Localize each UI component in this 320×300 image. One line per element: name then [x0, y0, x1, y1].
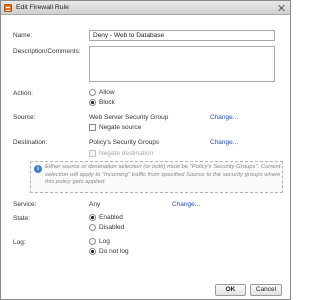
info-icon: i: [34, 165, 42, 173]
state-enabled-label: Enabled: [99, 214, 123, 221]
action-allow-label: Allow: [99, 89, 115, 96]
log-label: Log:: [13, 239, 26, 246]
log-option-label: Log: [99, 238, 110, 245]
negate-source-label: Negate source: [99, 124, 142, 131]
negate-destination-checkbox[interactable]: [89, 150, 96, 157]
action-allow-radio[interactable]: [89, 89, 96, 96]
description-textarea[interactable]: [89, 46, 275, 82]
log-radio[interactable]: [89, 238, 96, 245]
info-text: Either source or destination selection (…: [45, 164, 281, 185]
state-disabled-label: Disabled: [99, 224, 125, 231]
source-change-link[interactable]: Change...: [210, 114, 238, 121]
name-label: Name:: [13, 32, 33, 39]
do-not-log-label: Do not log: [99, 248, 129, 255]
destination-change-link[interactable]: Change...: [210, 139, 238, 146]
service-value: Any: [89, 201, 101, 208]
edit-firewall-rule-dialog: Edit Firewall Rule Name: Deny - Web to D…: [0, 0, 291, 300]
state-disabled-radio[interactable]: [89, 224, 96, 231]
firewall-icon: [4, 4, 12, 12]
ok-button[interactable]: OK: [215, 284, 246, 296]
state-enabled-radio[interactable]: [89, 214, 96, 221]
cancel-button[interactable]: Cancel: [250, 284, 282, 296]
destination-value: Policy's Security Groups: [89, 139, 160, 146]
close-icon[interactable]: [278, 4, 286, 12]
service-change-link[interactable]: Change...: [172, 201, 200, 208]
action-label: Action:: [13, 90, 33, 97]
negate-source-checkbox[interactable]: [89, 124, 96, 131]
title-bar[interactable]: Edit Firewall Rule: [1, 1, 290, 15]
description-label: Description/Comments:: [13, 48, 81, 55]
action-block-radio[interactable]: [89, 99, 96, 106]
name-input[interactable]: Deny - Web to Database: [89, 30, 275, 41]
state-label: State:: [13, 215, 30, 222]
action-block-label: Block: [99, 99, 115, 106]
destination-label: Destination:: [13, 139, 48, 146]
info-box: i Either source or destination selection…: [30, 161, 283, 193]
negate-destination-label: Negate destination: [99, 150, 154, 157]
dialog-title: Edit Firewall Rule: [16, 4, 69, 11]
source-value: Web Server Security Group: [89, 114, 169, 121]
source-label: Source:: [13, 114, 36, 121]
service-label: Service:: [13, 201, 37, 208]
do-not-log-radio[interactable]: [89, 248, 96, 255]
